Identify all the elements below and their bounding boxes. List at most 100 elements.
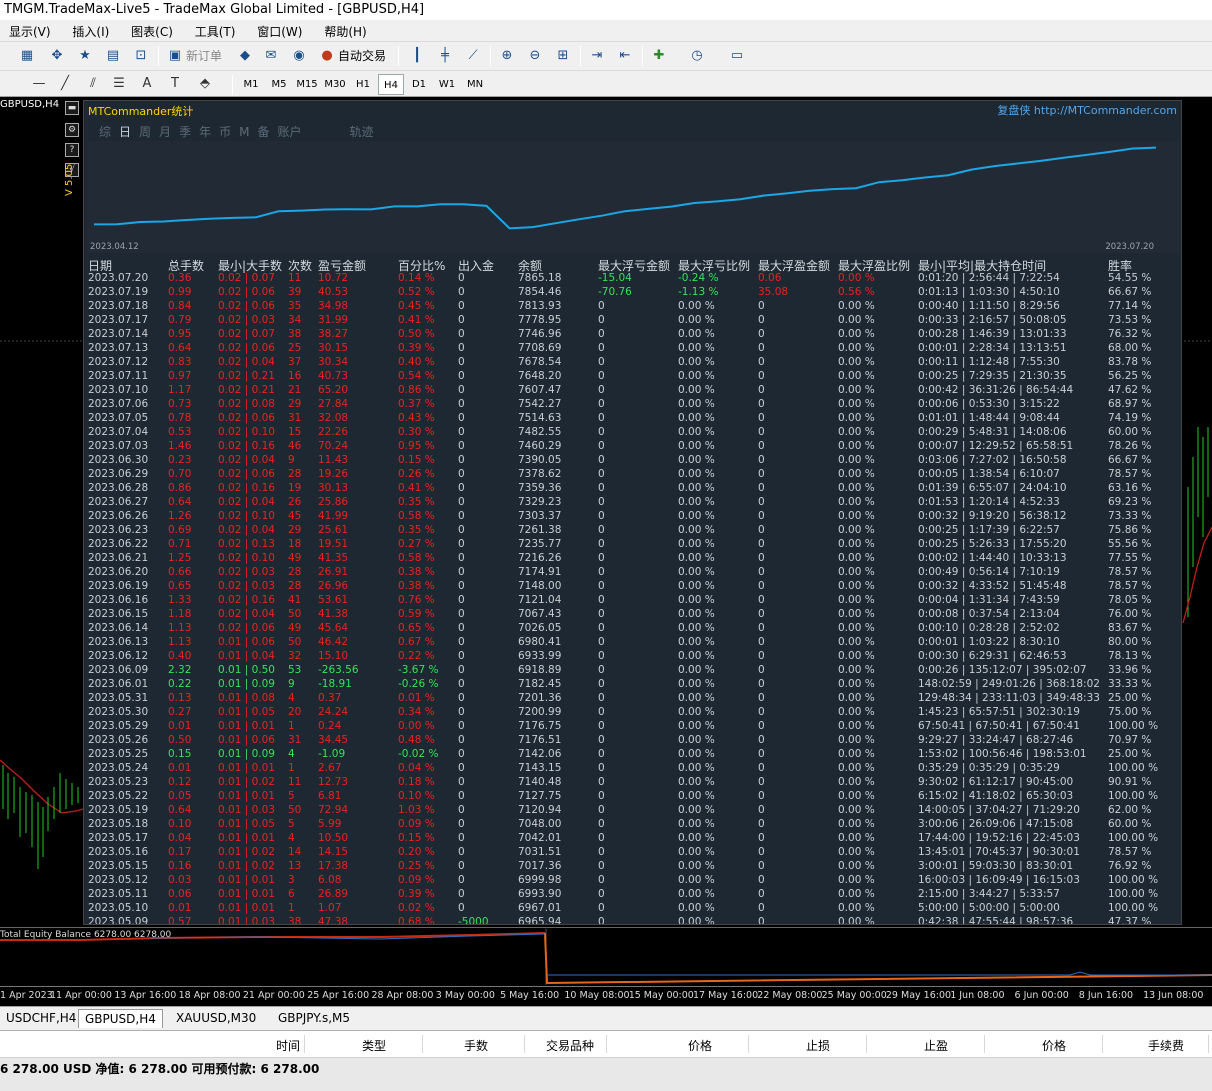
cell-col-0: 2023.05.18 <box>88 818 149 830</box>
stats-tab-6[interactable]: 币 <box>219 125 231 139</box>
stats-tab-10[interactable]: 轨迹 <box>350 125 374 139</box>
bar-chart-icon[interactable]: ┃ <box>406 45 428 67</box>
cell-col-0: 2023.06.20 <box>88 566 149 578</box>
chart-tab-usdchf[interactable]: USDCHF,H4 <box>0 1009 82 1028</box>
website-link[interactable]: 复盘侠 http://MTCommander.com <box>997 102 1177 118</box>
panel-settings-icon[interactable]: ⚙ <box>65 123 79 137</box>
terminal-col-header[interactable]: 交易品种 <box>546 1037 594 1054</box>
hline-icon[interactable]: — <box>28 73 50 95</box>
period-m30[interactable]: M30 <box>322 74 348 95</box>
panel-help-icon[interactable]: ? <box>65 143 79 157</box>
cell-col-7: 7303.37 <box>518 510 562 522</box>
cell-col-11: 0.00 % <box>838 454 875 466</box>
terminal-col-header[interactable]: 手数 <box>464 1037 488 1054</box>
terminal-col-header[interactable]: 价格 <box>688 1037 712 1054</box>
standard-toolbar: ▦ ✥ ★ ▤ ⊡ ▣ 新订单 ◆ ✉ ◉ ● 自动交易 ┃ ╪ ⟋ ⊕ ⊖ ⊞… <box>0 41 1212 70</box>
panel-collapse-icon[interactable]: ▬ <box>65 101 79 115</box>
editor-icon[interactable]: ◆ <box>234 45 256 67</box>
zoom-in-icon[interactable]: ⊕ <box>496 45 518 67</box>
fibo-icon[interactable]: ☰ <box>108 73 130 95</box>
cell-col-0: 2023.07.18 <box>88 300 149 312</box>
cell-col-7: 7854.46 <box>518 286 562 298</box>
auto-trade-icon[interactable]: ● <box>316 45 338 67</box>
text-label-icon[interactable]: T <box>164 73 186 95</box>
tester-icon[interactable]: ⊡ <box>130 45 152 67</box>
cell-col-13: 78.57 % <box>1108 566 1152 578</box>
stats-tab-1[interactable]: 日 <box>119 125 131 139</box>
table-row: 2023.06.28 0.86 0.02 | 0.16 19 30.13 0.41 % 0 7… <box>84 482 1181 496</box>
period-h4[interactable]: H4 <box>378 74 404 95</box>
candlestick-icon[interactable]: ╪ <box>434 45 456 67</box>
chart-shift-icon[interactable]: ⇤ <box>614 45 636 67</box>
periods-icon[interactable]: ◷ <box>686 45 708 67</box>
terminal-col-header[interactable]: 类型 <box>362 1037 386 1054</box>
favorites-icon[interactable]: ★ <box>74 45 96 67</box>
zoom-out-icon[interactable]: ⊖ <box>524 45 546 67</box>
cell-col-13: 33.96 % <box>1108 664 1152 676</box>
channel-icon[interactable]: ⫽ <box>82 73 104 95</box>
stats-tab-3[interactable]: 月 <box>159 125 171 139</box>
cell-col-5: 0.22 % <box>398 650 435 662</box>
period-m5[interactable]: M5 <box>268 74 290 95</box>
terminal-col-header[interactable]: 止损 <box>806 1037 830 1054</box>
cell-col-2: 0.02 | 0.10 <box>218 552 275 564</box>
terminal-col-header[interactable]: 价格 <box>1042 1037 1066 1054</box>
new-chart-icon[interactable]: ▦ <box>16 45 38 67</box>
period-w1[interactable]: W1 <box>436 74 458 95</box>
chart-tab-xauusd[interactable]: XAUUSD,M30 <box>170 1009 262 1028</box>
menu-help[interactable]: 帮助(H) <box>315 20 375 40</box>
autoscroll-icon[interactable]: ⇥ <box>586 45 608 67</box>
chart-tab-gbpusd[interactable]: GBPUSD,H4 <box>78 1009 163 1028</box>
arrows-icon[interactable]: ⬘ <box>194 73 216 95</box>
period-d1[interactable]: D1 <box>408 74 430 95</box>
signal-icon[interactable]: ◉ <box>288 45 310 67</box>
time-axis-label: 1 Jun 08:00 <box>950 990 1005 1001</box>
cell-col-1: 0.95 <box>168 328 192 340</box>
crosshair-icon[interactable]: ✥ <box>46 45 68 67</box>
stats-tab-8[interactable]: 备 <box>257 125 269 139</box>
text-icon[interactable]: A <box>136 73 158 95</box>
chart-tab-gbpjpy[interactable]: GBPJPY.s,M5 <box>272 1009 356 1028</box>
menu-window[interactable]: 窗口(W) <box>248 20 311 40</box>
menu-charts[interactable]: 图表(C) <box>122 20 182 40</box>
terminal-col-header[interactable]: 手续费 <box>1148 1037 1184 1054</box>
cell-col-12: 1:45:23 | 65:57:51 | 302:30:19 <box>918 706 1080 718</box>
cell-col-3: 50 <box>288 804 302 816</box>
tile-windows-icon[interactable]: ⊞ <box>552 45 574 67</box>
menu-tools[interactable]: 工具(T) <box>186 20 245 40</box>
stats-tab-5[interactable]: 年 <box>199 125 211 139</box>
terminal-col-header[interactable]: 时间 <box>276 1037 300 1054</box>
stats-tab-9[interactable]: 账户 <box>277 125 301 139</box>
cell-col-1: 0.83 <box>168 356 192 368</box>
cell-col-4: 17.38 <box>318 860 349 872</box>
menu-insert[interactable]: 插入(I) <box>63 20 118 40</box>
cell-col-12: 0:03:06 | 7:27:02 | 16:50:58 <box>918 454 1067 466</box>
stats-tab-2[interactable]: 周 <box>139 125 151 139</box>
navigator-icon[interactable]: ▤ <box>102 45 124 67</box>
cell-col-13: 76.32 % <box>1108 328 1152 340</box>
trendline-icon[interactable]: ╱ <box>54 73 76 95</box>
auto-trade-button[interactable]: 自动交易 <box>338 45 386 67</box>
stats-tab-0[interactable]: 综 <box>99 125 111 139</box>
time-axis-label: 28 Apr 08:00 <box>371 990 434 1001</box>
line-chart-icon[interactable]: ⟋ <box>462 45 484 67</box>
cell-col-6: 0 <box>458 706 465 718</box>
period-mn[interactable]: MN <box>462 74 488 95</box>
cell-col-8: 0 <box>598 762 605 774</box>
mail-icon[interactable]: ✉ <box>260 45 282 67</box>
new-order-icon[interactable]: ▣ <box>164 45 186 67</box>
menu-view[interactable]: 显示(V) <box>0 20 60 40</box>
indicators-icon[interactable]: ✚ <box>648 45 670 67</box>
cell-col-9: 0.00 % <box>678 510 715 522</box>
new-order-button[interactable]: 新订单 <box>186 45 222 67</box>
cell-col-2: 0.01 | 0.09 <box>218 748 275 760</box>
cell-col-1: 0.15 <box>168 748 192 760</box>
stats-tab-7[interactable]: M <box>239 125 249 139</box>
period-h1[interactable]: H1 <box>352 74 374 95</box>
templates-icon[interactable]: ▭ <box>726 45 748 67</box>
cell-col-11: 0.00 % <box>838 384 875 396</box>
terminal-col-header[interactable]: 止盈 <box>924 1037 948 1054</box>
period-m15[interactable]: M15 <box>294 74 320 95</box>
period-m1[interactable]: M1 <box>240 74 262 95</box>
stats-tab-4[interactable]: 季 <box>179 125 191 139</box>
